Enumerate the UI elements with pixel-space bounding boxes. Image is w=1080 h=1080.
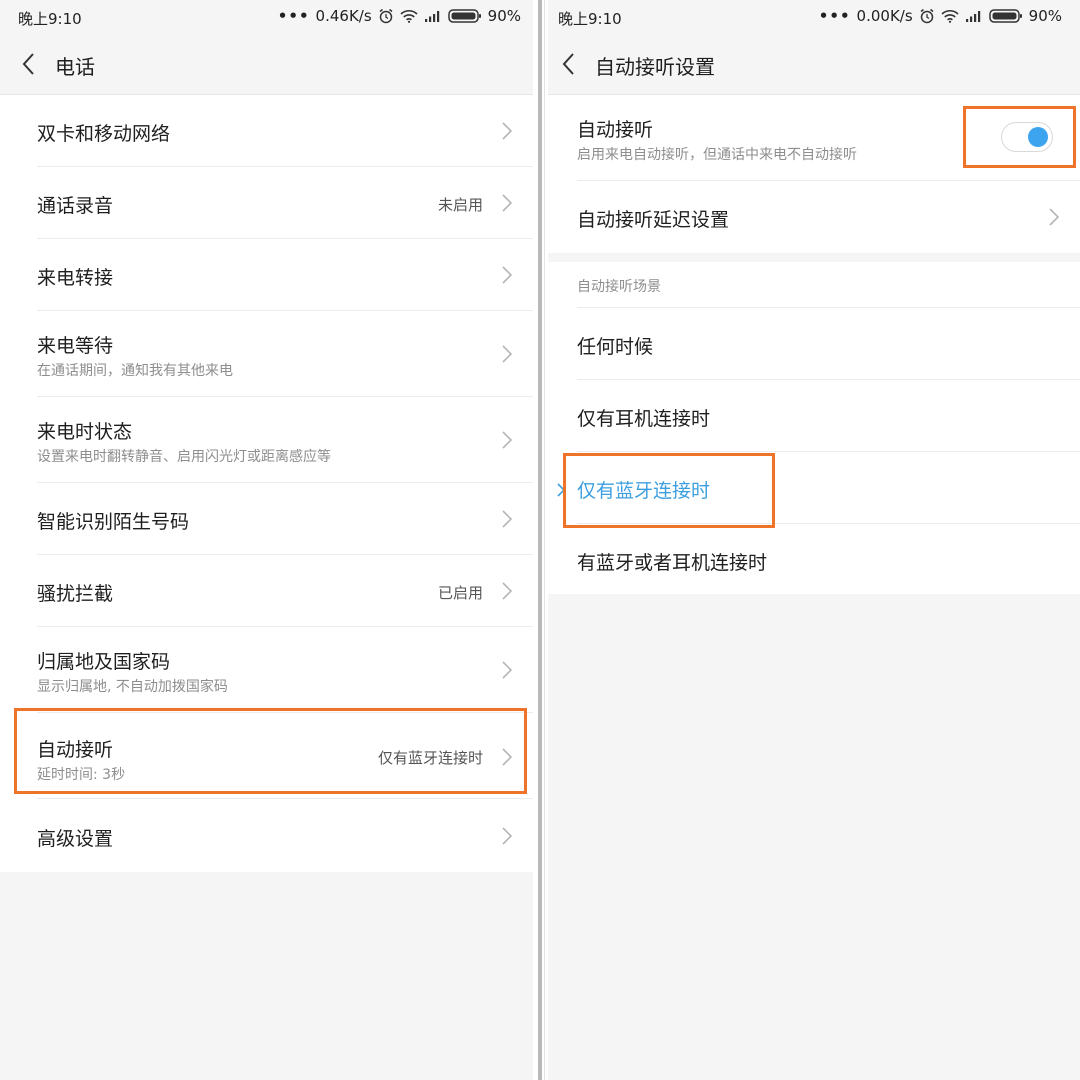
chevron-right-icon bbox=[502, 582, 512, 600]
status-time: 晚上9:10 bbox=[558, 10, 622, 28]
status-bar: 晚上9:10 ••• 0.00K/s 90% bbox=[548, 0, 1080, 34]
auto-answer-subtitle: 启用来电自动接听，但通话中来电不自动接听 bbox=[577, 147, 857, 163]
setting-call-forwarding[interactable]: 来电转接 bbox=[37, 239, 533, 311]
setting-value: 已启用 bbox=[437, 584, 483, 602]
setting-title: 归属地及国家码 bbox=[37, 651, 171, 673]
setting-value: 未启用 bbox=[437, 196, 483, 214]
auto-answer-delay-row[interactable]: 自动接听延迟设置 bbox=[577, 181, 1080, 253]
setting-call-recording[interactable]: 通话录音 未启用 bbox=[37, 167, 533, 239]
wifi-icon bbox=[400, 9, 418, 23]
scenario-option-anytime[interactable]: 任何时候 bbox=[577, 307, 1080, 380]
phone-settings-screen: 晚上9:10 ••• 0.46K/s 90% 电话 双卡和移动网络 通话录音 未… bbox=[0, 0, 533, 1080]
setting-subtitle: 设置来电时翻转静音、启用闪光灯或距离感应等 bbox=[37, 449, 331, 465]
chevron-right-icon bbox=[502, 266, 512, 284]
page-title: 自动接听设置 bbox=[595, 55, 715, 79]
more-dots-icon: ••• bbox=[818, 7, 851, 25]
chevron-right-icon bbox=[502, 194, 512, 212]
signal-icon bbox=[965, 9, 983, 23]
alarm-icon bbox=[378, 8, 394, 24]
setting-title: 双卡和移动网络 bbox=[37, 123, 171, 145]
setting-dual-sim-network[interactable]: 双卡和移动网络 bbox=[37, 95, 533, 167]
status-bar: 晚上9:10 ••• 0.46K/s 90% bbox=[0, 0, 533, 34]
setting-title: 来电等待 bbox=[37, 335, 114, 357]
chevron-right-icon bbox=[502, 510, 512, 528]
panel-divider bbox=[533, 0, 548, 1080]
delay-setting-title: 自动接听延迟设置 bbox=[577, 209, 730, 231]
network-speed: 0.00K/s bbox=[856, 7, 913, 25]
highlight-box-toggle bbox=[963, 106, 1076, 168]
scenario-label: 仅有耳机连接时 bbox=[577, 408, 711, 430]
battery-percent: 90% bbox=[1028, 7, 1062, 25]
setting-title: 来电时状态 bbox=[37, 421, 133, 443]
setting-location-country-code[interactable]: 归属地及国家码 显示归属地, 不自动加拨国家码 bbox=[37, 627, 533, 713]
setting-title: 骚扰拦截 bbox=[37, 583, 114, 605]
scenario-label: 任何时候 bbox=[577, 336, 654, 358]
chevron-right-icon bbox=[502, 661, 512, 679]
status-time: 晚上9:10 bbox=[18, 10, 82, 28]
chevron-right-icon bbox=[502, 122, 512, 140]
scenario-option-bluetooth-or-headset[interactable]: 有蓝牙或者耳机连接时 bbox=[577, 523, 1080, 595]
back-icon[interactable] bbox=[18, 50, 42, 78]
setting-incoming-call-status[interactable]: 来电时状态 设置来电时翻转静音、启用闪光灯或距离感应等 bbox=[37, 397, 533, 483]
setting-title: 通话录音 bbox=[37, 195, 114, 217]
setting-smart-caller-id[interactable]: 智能识别陌生号码 bbox=[37, 483, 533, 555]
chevron-right-icon bbox=[502, 345, 512, 363]
chevron-right-icon bbox=[502, 827, 512, 845]
title-bar: 电话 bbox=[0, 34, 533, 95]
setting-advanced[interactable]: 高级设置 bbox=[37, 799, 533, 872]
title-bar: 自动接听设置 bbox=[548, 34, 1080, 95]
alarm-icon bbox=[919, 8, 935, 24]
chevron-right-icon bbox=[502, 431, 512, 449]
back-icon[interactable] bbox=[558, 50, 582, 78]
auto-answer-title: 自动接听 bbox=[577, 119, 654, 141]
highlight-box bbox=[14, 708, 527, 794]
battery-icon bbox=[988, 8, 1023, 24]
scenario-section: 自动接听场景 任何时候 仅有耳机连接时 仅有蓝牙连接时 有蓝牙或者耳机连接时 bbox=[548, 262, 1080, 594]
chevron-right-icon bbox=[1049, 208, 1059, 226]
setting-title: 来电转接 bbox=[37, 267, 114, 289]
status-icons: ••• 0.46K/s 90% bbox=[278, 7, 521, 25]
scenario-label: 有蓝牙或者耳机连接时 bbox=[577, 552, 768, 574]
status-icons: ••• 0.00K/s 90% bbox=[819, 7, 1062, 25]
setting-subtitle: 显示归属地, 不自动加拨国家码 bbox=[37, 679, 228, 695]
page-title: 电话 bbox=[55, 55, 95, 79]
setting-call-waiting[interactable]: 来电等待 在通话期间，通知我有其他来电 bbox=[37, 311, 533, 397]
auto-answer-settings-screen: 晚上9:10 ••• 0.00K/s 90% 自动接听设置 自动接听 启用来电自… bbox=[548, 0, 1080, 1080]
setting-subtitle: 在通话期间，通知我有其他来电 bbox=[37, 363, 233, 379]
wifi-icon bbox=[941, 9, 959, 23]
signal-icon bbox=[424, 9, 442, 23]
setting-spam-blocking[interactable]: 骚扰拦截 已启用 bbox=[37, 555, 533, 627]
scenario-option-headset[interactable]: 仅有耳机连接时 bbox=[577, 379, 1080, 452]
battery-icon bbox=[447, 8, 482, 24]
network-speed: 0.46K/s bbox=[315, 7, 372, 25]
battery-percent: 90% bbox=[487, 7, 521, 25]
setting-title: 高级设置 bbox=[37, 828, 114, 850]
more-dots-icon: ••• bbox=[277, 7, 310, 25]
section-header: 自动接听场景 bbox=[577, 279, 661, 295]
highlight-box-scenario bbox=[563, 453, 775, 528]
setting-title: 智能识别陌生号码 bbox=[37, 511, 190, 533]
